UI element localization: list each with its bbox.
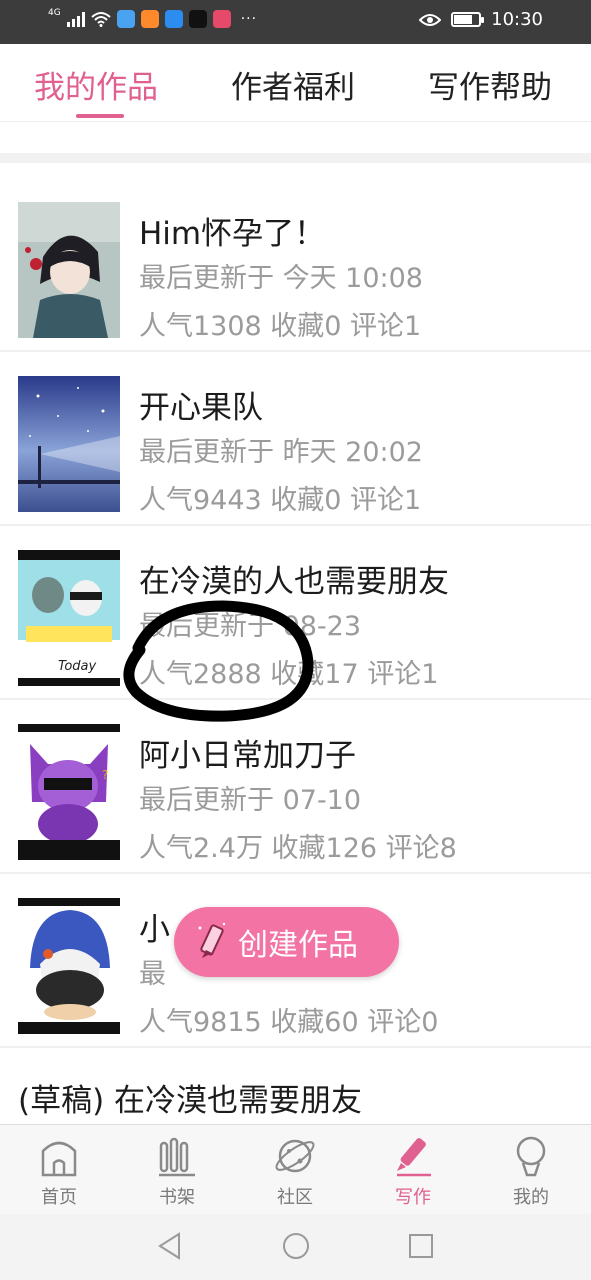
active-tab-indicator <box>76 114 124 118</box>
app-icon <box>140 10 159 28</box>
nav-item-home[interactable]: 首页 <box>0 1125 118 1215</box>
signal-type: 4G <box>48 8 61 18</box>
section-divider <box>0 153 591 163</box>
work-item[interactable]: 开心果队 最后更新于 昨天 20:02 人气9443 收藏0 评论1 <box>0 352 591 526</box>
nav-item-write[interactable]: 写作 <box>354 1125 472 1215</box>
work-title: 开心果队 <box>139 390 263 426</box>
nav-label: 首页 <box>41 1187 77 1208</box>
status-bar: 4G ··· 10:30 <box>0 0 591 44</box>
nav-item-bookshelf[interactable]: 书架 <box>118 1125 236 1215</box>
work-title: 在冷漠的人也需要朋友 <box>139 564 449 600</box>
work-updated: 最后更新于 07-10 <box>139 785 362 816</box>
top-tabs: 我的作品 作者福利 写作帮助 <box>0 44 591 122</box>
system-nav <box>0 1214 591 1280</box>
work-stats: 人气9815 收藏60 评论0 <box>139 1007 439 1038</box>
nav-label: 书架 <box>159 1187 195 1208</box>
work-cover <box>18 202 120 338</box>
nav-label: 写作 <box>395 1187 431 1208</box>
signal-icon <box>66 11 85 27</box>
tab-author-benefits[interactable]: 作者福利 <box>231 62 355 107</box>
nav-item-community[interactable]: 社区 <box>236 1125 354 1215</box>
bottom-nav: 首页 书架 社区 写作 我的 <box>0 1124 591 1214</box>
recents-icon[interactable] <box>408 1232 434 1260</box>
clock: 10:30 <box>491 9 543 30</box>
work-item[interactable]: Him怀孕了！ 最后更新于 今天 10:08 人气1308 收藏0 评论1 <box>0 178 591 352</box>
battery-icon <box>451 12 485 27</box>
pencil-icon <box>198 922 226 958</box>
nav-label: 我的 <box>513 1187 549 1208</box>
more-notifications: ··· <box>240 11 258 27</box>
work-title: 阿小日常加刀子 <box>139 738 356 774</box>
create-work-button[interactable]: 创建作品 <box>174 907 399 977</box>
work-title: Him怀孕了！ <box>139 216 326 252</box>
tab-writing-help[interactable]: 写作帮助 <box>428 62 552 107</box>
work-cover: Today <box>18 550 120 686</box>
app-icon <box>188 10 207 28</box>
status-right: 10:30 <box>419 9 543 30</box>
eye-icon <box>419 13 442 26</box>
work-stats: 人气9443 收藏0 评论1 <box>139 485 422 516</box>
app-icon <box>212 10 231 28</box>
annotation-circle <box>123 600 314 722</box>
app-icon <box>116 10 135 28</box>
back-icon[interactable] <box>157 1232 183 1260</box>
planet-icon <box>275 1139 315 1173</box>
tab-my-works[interactable]: 我的作品 <box>34 62 158 107</box>
home-circle-icon[interactable] <box>282 1232 310 1260</box>
work-stats: 人气1308 收藏0 评论1 <box>139 311 422 342</box>
work-stats: 人气2.4万 收藏126 评论8 <box>139 833 457 864</box>
work-updated: 最后更新于 今天 10:08 <box>139 263 423 294</box>
home-icon <box>41 1141 77 1177</box>
nav-item-profile[interactable]: 我的 <box>472 1125 590 1215</box>
pencil-icon <box>397 1138 431 1177</box>
draft-item[interactable]: (草稿) 在冷漠也需要朋友 <box>18 1075 362 1120</box>
create-work-label: 创建作品 <box>238 928 358 963</box>
work-title: 小 <box>139 912 170 948</box>
work-cover <box>18 376 120 512</box>
work-cover: ? <box>18 724 120 860</box>
work-updated: 最 <box>139 959 166 990</box>
work-updated: 最后更新于 昨天 20:02 <box>139 437 423 468</box>
profile-icon <box>516 1136 546 1177</box>
bookshelf-icon <box>159 1137 195 1177</box>
work-item[interactable]: ? 阿小日常加刀子 最后更新于 07-10 人气2.4万 收藏126 评论8 <box>0 700 591 874</box>
svg-text:?: ? <box>102 768 108 782</box>
work-cover <box>18 898 120 1034</box>
app-icon <box>164 10 183 28</box>
cover-caption: Today <box>58 659 97 674</box>
wifi-icon <box>91 12 111 27</box>
nav-label: 社区 <box>277 1187 313 1208</box>
status-left: 4G ··· <box>48 8 258 28</box>
